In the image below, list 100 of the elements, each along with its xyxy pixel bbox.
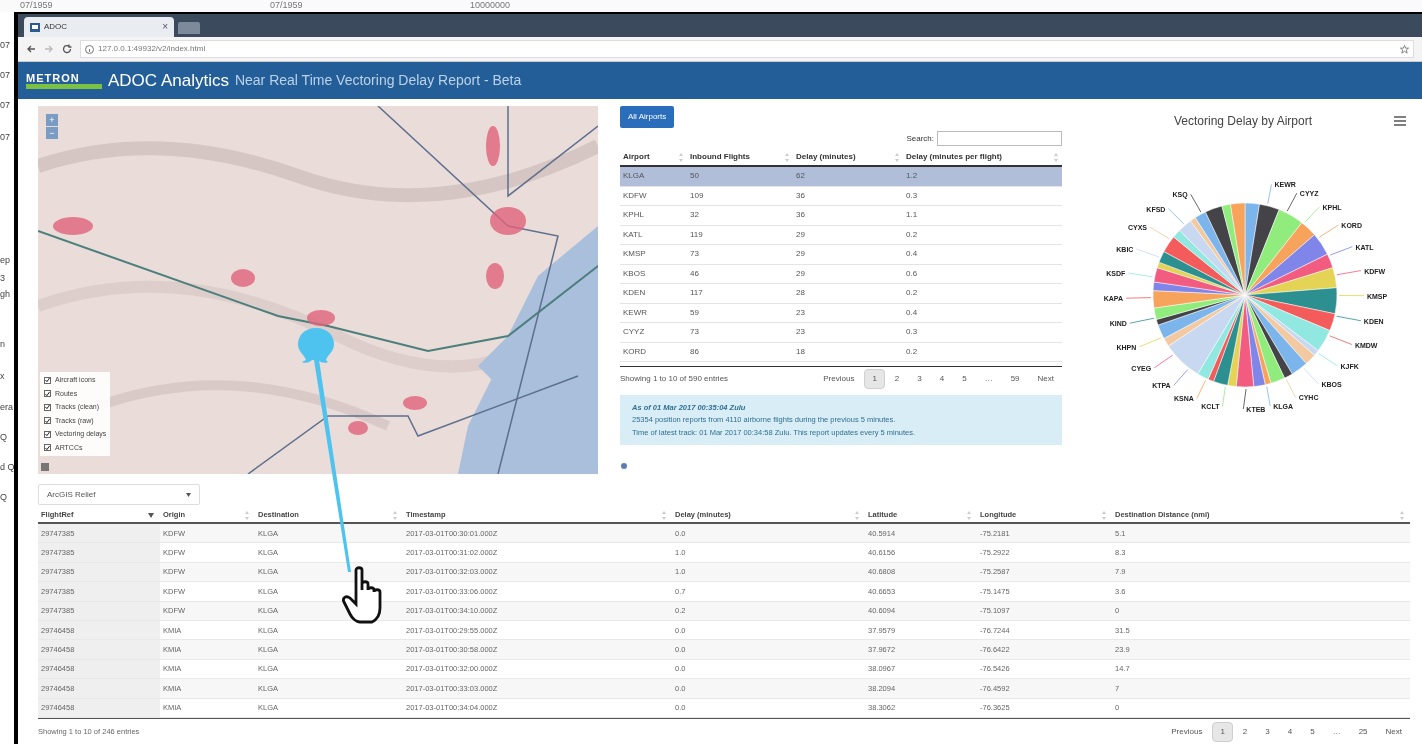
table-cell-text: 1.1 bbox=[905, 209, 919, 222]
table-row[interactable]: KLGA 50 62 1.2 bbox=[620, 167, 1062, 187]
layer-checkbox[interactable] bbox=[44, 444, 51, 452]
logo: METRON bbox=[26, 72, 81, 84]
background-text: 10000000 bbox=[470, 0, 512, 12]
leader-line bbox=[1336, 315, 1362, 322]
table-cell-text: KDEN bbox=[622, 287, 647, 300]
page-button[interactable]: 59 bbox=[1002, 369, 1028, 389]
leader-line bbox=[1149, 226, 1170, 240]
column-header[interactable]: Inbound Flights bbox=[687, 151, 793, 163]
leader-line bbox=[1127, 272, 1154, 278]
reload-icon[interactable] bbox=[62, 44, 72, 54]
background-text: 07/1959 bbox=[270, 0, 304, 12]
table-cell-text: 32 bbox=[689, 209, 700, 222]
close-tab-button[interactable]: × bbox=[162, 22, 168, 32]
table-cell-text: 36 bbox=[795, 189, 806, 202]
leader-line bbox=[1136, 248, 1160, 258]
background-text: 07 bbox=[0, 132, 10, 142]
table-cell-text: KBOS bbox=[622, 267, 647, 280]
leader-line bbox=[1138, 337, 1162, 348]
background-text: Q bbox=[0, 432, 7, 442]
background-text: gh bbox=[0, 289, 10, 299]
table-cell-text: 117 bbox=[689, 287, 704, 300]
leader-line bbox=[1173, 369, 1189, 386]
table-cell-text: 29 bbox=[795, 267, 806, 280]
leader-line bbox=[1304, 206, 1320, 223]
table-cell-text: 0.3 bbox=[905, 326, 919, 339]
page-button[interactable]: 3 bbox=[1257, 721, 1278, 742]
layer-checkbox[interactable] bbox=[44, 390, 51, 398]
table-cell-text: KLGA bbox=[622, 170, 646, 183]
entries-info: Showing 1 to 10 of 590 entries bbox=[620, 373, 729, 385]
table-cell-text: 73 bbox=[689, 248, 700, 261]
background-text: 07 bbox=[0, 40, 10, 50]
table-cell-text: 1.2 bbox=[905, 170, 919, 183]
column-header[interactable]: Delay (minutes per flight) bbox=[903, 151, 1062, 163]
back-icon[interactable] bbox=[26, 44, 36, 54]
table-cell-text: CYYZ bbox=[622, 326, 646, 339]
table-cell-text: 119 bbox=[689, 228, 704, 241]
layer-checkbox[interactable] bbox=[44, 417, 51, 425]
page-button[interactable]: Next bbox=[1029, 369, 1062, 389]
page-button[interactable]: 4 bbox=[931, 369, 953, 389]
background-text: 07 bbox=[0, 70, 10, 80]
leader-line bbox=[1286, 192, 1298, 212]
dot-icon bbox=[621, 462, 627, 469]
page-button[interactable]: … bbox=[1324, 721, 1349, 742]
page-button[interactable]: 2 bbox=[1234, 721, 1256, 742]
table-cell-text: 86 bbox=[689, 345, 700, 358]
leader-line bbox=[1329, 246, 1353, 256]
table-cell-text: 36 bbox=[795, 209, 806, 222]
info-icon bbox=[85, 44, 94, 54]
leader-line bbox=[1303, 367, 1319, 385]
layer-checkbox[interactable] bbox=[44, 376, 51, 384]
menu-icon[interactable] bbox=[1394, 116, 1406, 126]
page-button[interactable]: 5 bbox=[1302, 721, 1323, 742]
page-button[interactable]: 2 bbox=[886, 369, 908, 389]
table-cell-text: 29 bbox=[795, 248, 806, 261]
column-header[interactable]: Airport bbox=[620, 151, 687, 163]
background-text: Q bbox=[0, 492, 7, 502]
star-icon[interactable] bbox=[1400, 44, 1409, 54]
page-button[interactable]: 25 bbox=[1350, 721, 1376, 742]
page-button[interactable]: Next bbox=[1377, 721, 1410, 742]
all-airports-button[interactable]: All Airports bbox=[620, 106, 675, 128]
leader-line bbox=[1285, 379, 1297, 398]
leader-line bbox=[1168, 208, 1185, 225]
leader-line bbox=[1318, 224, 1339, 238]
background-text: era bbox=[0, 402, 13, 412]
page-button[interactable]: Previous bbox=[815, 369, 863, 389]
table-cell-text: 29 bbox=[795, 228, 806, 241]
table-cell-text: 23 bbox=[795, 306, 806, 319]
page-button[interactable]: 5 bbox=[954, 369, 975, 389]
background-text: x bbox=[0, 371, 5, 381]
basemap-select[interactable]: ArcGIS Relief bbox=[38, 484, 200, 505]
background-text: 3 bbox=[0, 273, 5, 283]
table-cell-text: KATL bbox=[622, 228, 644, 241]
page-button[interactable]: 1 bbox=[864, 369, 885, 389]
page-icon bbox=[30, 22, 40, 32]
leader-line bbox=[1125, 297, 1152, 299]
layer-checkbox[interactable] bbox=[44, 430, 51, 438]
table-cell-text: 23 bbox=[795, 326, 806, 339]
table-cell-text: 46 bbox=[689, 267, 700, 280]
search-field[interactable] bbox=[937, 131, 1062, 146]
page-button[interactable]: 3 bbox=[909, 369, 930, 389]
table-cell-text: 0.4 bbox=[905, 306, 919, 319]
leader-line bbox=[1336, 270, 1362, 276]
table-cell-text: 0.2 bbox=[905, 345, 919, 358]
browser-tab[interactable]: ADOC × bbox=[24, 17, 174, 37]
page-button[interactable]: … bbox=[976, 369, 1001, 389]
url-field[interactable]: 127.0.0.1:49932/v2/index.html bbox=[80, 40, 1414, 58]
table-cell-text: 109 bbox=[689, 189, 705, 202]
table-cell-text: 0.6 bbox=[905, 267, 919, 280]
leader-line bbox=[1196, 379, 1206, 399]
table-cell-text: KORD bbox=[622, 345, 648, 358]
background-text: d Q bbox=[0, 462, 15, 472]
page-button[interactable]: 1 bbox=[1212, 721, 1233, 742]
search-label: Search: bbox=[906, 132, 934, 145]
page-button[interactable]: Previous bbox=[1163, 721, 1211, 742]
page-button[interactable]: 4 bbox=[1279, 721, 1301, 742]
column-header[interactable]: Delay (minutes) bbox=[793, 151, 903, 163]
leader-line bbox=[1266, 386, 1271, 407]
layer-checkbox[interactable] bbox=[44, 403, 51, 411]
